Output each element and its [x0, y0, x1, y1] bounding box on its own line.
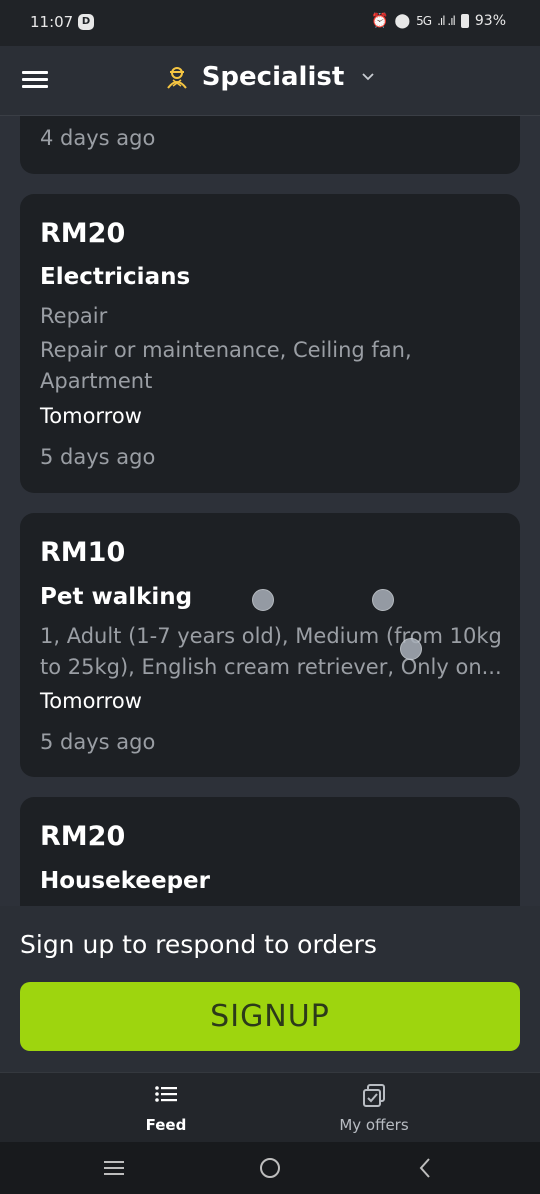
home-icon[interactable] [258, 1156, 282, 1180]
order-category: Pet walking [40, 584, 193, 610]
recents-icon[interactable] [102, 1156, 126, 1180]
order-price: RM10 [40, 537, 126, 568]
tab-my-offers-label: My offers [339, 1116, 409, 1134]
signup-button[interactable]: SIGNUP [20, 982, 520, 1051]
order-age: 5 days ago [40, 445, 156, 469]
order-category: Housekeeper [40, 868, 210, 894]
signup-panel: Sign up to respond to orders SIGNUP [0, 906, 540, 1072]
order-details-line: Repair or maintenance, Ceiling fan, [40, 338, 412, 362]
order-card[interactable]: 4 days ago [20, 116, 520, 174]
tab-feed-label: Feed [145, 1116, 187, 1134]
order-when: Tomorrow [40, 404, 142, 428]
offers-icon [363, 1084, 385, 1107]
touch-indicator [400, 638, 422, 660]
signup-prompt: Sign up to respond to orders [20, 930, 377, 959]
order-details: 1, Adult (1-7 years old), Medium (from 1… [40, 621, 510, 683]
order-age: 5 days ago [40, 730, 156, 754]
alarm-icon: ⏰ [371, 13, 389, 29]
order-details-line: Apartment [40, 369, 153, 393]
role-selector[interactable]: Specialist [0, 62, 540, 92]
back-icon[interactable] [414, 1156, 438, 1180]
order-when: Tomorrow [40, 689, 142, 713]
order-category: Electricians [40, 264, 191, 290]
status-time: 11:07 [30, 13, 74, 31]
battery-level: 93% [474, 13, 506, 29]
app-header: Specialist [0, 46, 540, 116]
order-subcategory: Repair [40, 304, 108, 328]
order-price: RM20 [40, 821, 126, 852]
order-details-line: 1, Adult (1-7 years old), Medium (from 1… [40, 624, 502, 648]
specialist-icon [166, 67, 187, 89]
order-details: Repair or maintenance, Ceiling fan, Apar… [40, 335, 510, 397]
order-card[interactable]: RM10 Pet walking 1, Adult (1-7 years old… [20, 513, 520, 777]
list-icon [155, 1086, 177, 1102]
chevron-down-icon [362, 73, 374, 81]
order-price: RM20 [40, 218, 126, 249]
status-bar: 11:07 D ⏰ ⬤ 5G .ıl .ıl 93% [0, 0, 540, 46]
touch-indicator [372, 589, 394, 611]
order-card[interactable]: RM20 Electricians Repair Repair or maint… [20, 194, 520, 493]
location-icon: ⬤ [394, 13, 411, 29]
system-navigation-bar [0, 1142, 540, 1194]
order-age: 4 days ago [40, 126, 156, 150]
page-title: Specialist [201, 62, 345, 92]
tab-feed[interactable]: Feed [91, 1083, 241, 1134]
battery-icon [460, 14, 469, 28]
tab-my-offers[interactable]: My offers [299, 1083, 449, 1134]
order-feed[interactable]: 4 days ago RM20 Electricians Repair Repa… [0, 116, 540, 906]
touch-indicator [252, 589, 274, 611]
status-icons: ⏰ ⬤ 5G .ıl .ıl 93% [371, 13, 506, 29]
network-type: 5G [416, 14, 432, 28]
bottom-navigation: Feed My offers [0, 1072, 540, 1142]
app-notification-icon: D [78, 14, 94, 30]
order-card[interactable]: RM20 Housekeeper [20, 797, 520, 906]
signal-icon: .ıl .ıl [437, 14, 456, 28]
order-details-line: to 25kg), English cream retriever, Only … [40, 655, 502, 679]
